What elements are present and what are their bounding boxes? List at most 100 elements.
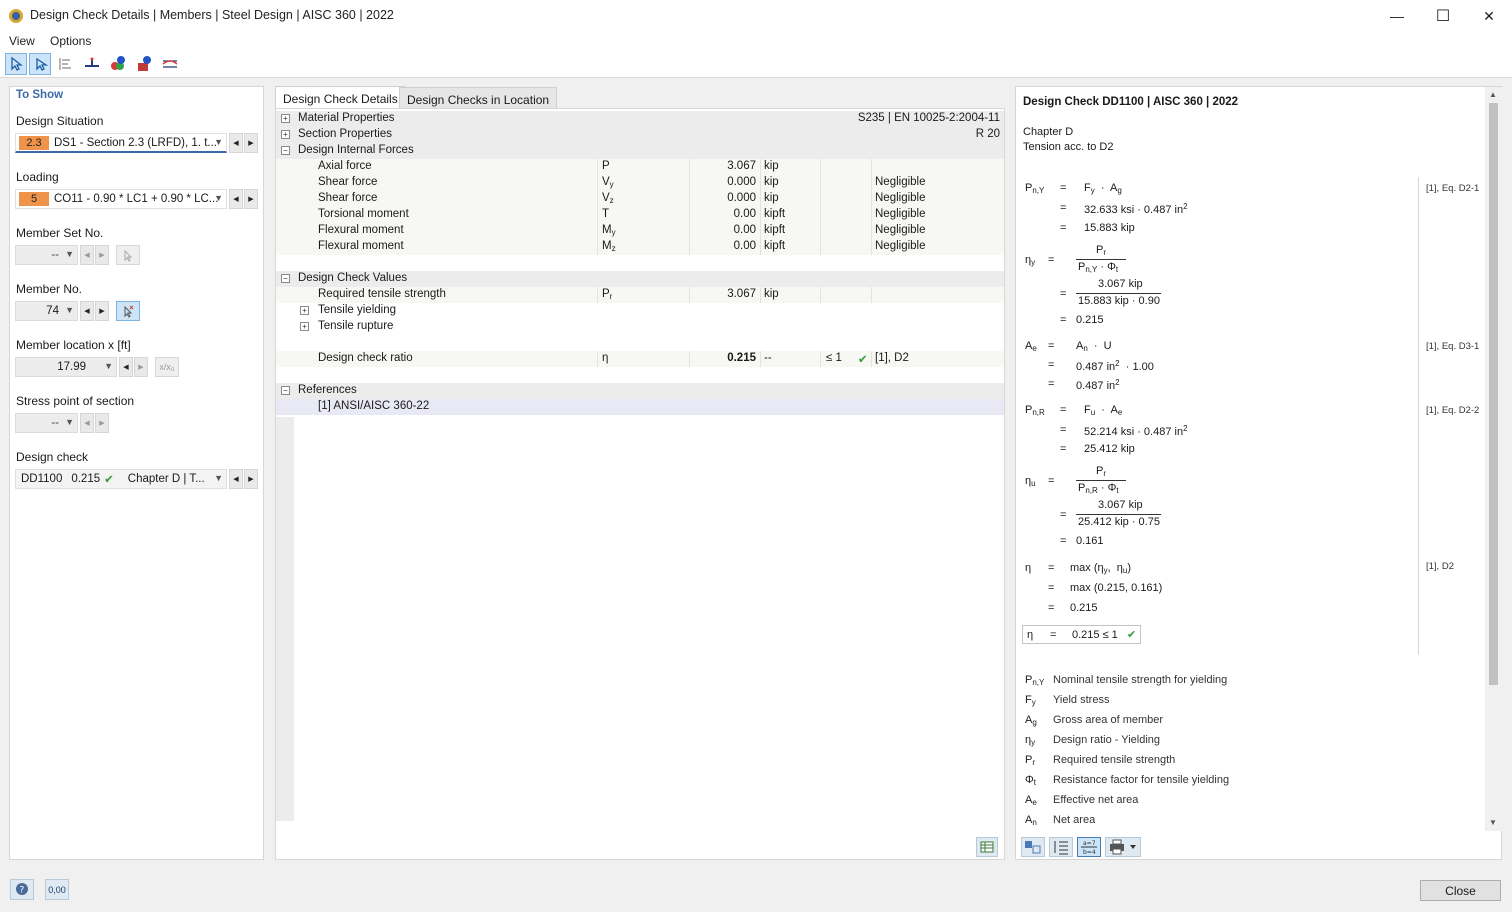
force-row[interactable]: Shear force Vz 0.000 kip Negligible [276, 191, 1004, 207]
next-button[interactable]: ▶ [134, 357, 148, 377]
close-button[interactable]: Close [1420, 880, 1501, 901]
swap-button[interactable] [1021, 837, 1045, 857]
etay-symbol: ηy [1025, 254, 1036, 267]
design-ratio-row[interactable]: Design check ratio η 0.215 -- ≤ 1 ✔ [1],… [276, 351, 1004, 367]
next-button[interactable]: ▶ [95, 413, 109, 433]
tab-design-check-details[interactable]: Design Check Details [275, 86, 406, 110]
next-button[interactable]: ▶ [95, 245, 109, 265]
required-unit: kip [764, 288, 779, 300]
select-multiple-button[interactable] [29, 53, 51, 75]
force-row[interactable]: Torsional moment T 0.00 kipft Negligible [276, 207, 1004, 223]
pny-substitution: 32.633 ksi · 0.487 in2 [1084, 202, 1188, 216]
force-value: 3.067 [727, 160, 756, 172]
prev-button[interactable]: ◀ [80, 413, 94, 433]
force-row[interactable]: Flexural moment My 0.00 kipft Negligible [276, 223, 1004, 239]
prev-button[interactable]: ◀ [229, 469, 243, 489]
collapse-minus-icon[interactable]: − [281, 146, 290, 155]
etay-result: 0.215 [1076, 314, 1104, 326]
prev-button[interactable]: ◀ [80, 245, 94, 265]
member-set-select[interactable]: -- ▼ [15, 245, 78, 265]
expand-plus-icon[interactable]: + [300, 306, 309, 315]
scroll-up-icon[interactable]: ▲ [1489, 90, 1497, 99]
help-icon: ? [16, 883, 28, 896]
legend-symbol: Ae [1025, 794, 1037, 807]
close-window-button[interactable]: ✕ [1466, 0, 1512, 32]
stress-point-label: Stress point of section [16, 394, 135, 408]
prev-button[interactable]: ◀ [229, 189, 243, 209]
required-tensile-row[interactable]: Required tensile strength Pr 3.067 kip [276, 287, 1004, 303]
force-unit: kip [764, 160, 779, 172]
reference-item[interactable]: [1] ANSI/AISC 360-22 [276, 399, 1004, 415]
triangle-right-icon: ▶ [248, 196, 254, 203]
legend-symbol: An [1025, 814, 1037, 827]
member-location-select[interactable]: 17.99 ▼ [15, 357, 117, 377]
next-button[interactable]: ▶ [244, 469, 258, 489]
stress-point-select[interactable]: -- ▼ [15, 413, 78, 433]
expand-plus-icon[interactable]: + [281, 114, 290, 123]
minimize-button[interactable]: — [1374, 0, 1420, 32]
menu-view[interactable]: View [9, 34, 35, 48]
prev-button[interactable]: ◀ [229, 133, 243, 153]
chevron-down-icon: ▼ [214, 193, 223, 203]
align-button[interactable] [55, 53, 77, 75]
force-note: Negligible [875, 208, 926, 220]
tab-design-checks-in-location[interactable]: Design Checks in Location [399, 87, 558, 110]
etau-den-value: 25.412 kip · 0.75 [1078, 516, 1160, 528]
internal-forces-row[interactable]: − Design Internal Forces [276, 143, 1004, 159]
prev-button[interactable]: ◀ [80, 301, 94, 321]
section-properties-row[interactable]: + Section Properties R 20 [276, 127, 1004, 143]
maximize-button[interactable]: ☐ [1420, 0, 1466, 32]
pick-member-set-button[interactable] [116, 245, 140, 265]
check-values-row[interactable]: − Design Check Values [276, 271, 1004, 287]
decimals-button[interactable]: 0,00 [45, 879, 69, 900]
force-name: Torsional moment [318, 208, 409, 220]
equals-sign: = [1060, 288, 1067, 300]
tensile-yielding-row[interactable]: + Tensile yielding [276, 303, 1004, 319]
scroll-thumb[interactable] [1489, 103, 1498, 685]
expand-plus-icon[interactable]: + [300, 322, 309, 331]
material-properties-row[interactable]: + Material Properties S235 | EN 10025-2:… [276, 111, 1004, 127]
references-row[interactable]: − References [276, 383, 1004, 399]
formula-heading: Design Check DD1100 | AISC 360 | 2022 [1023, 96, 1239, 108]
list-button[interactable] [1049, 837, 1073, 857]
force-value: 0.00 [733, 224, 756, 236]
print-button[interactable] [1105, 837, 1141, 857]
member-button[interactable] [81, 53, 103, 75]
help-button[interactable]: ? [10, 879, 34, 900]
eta-symbol: η [1025, 562, 1032, 574]
etau-num-value: 3.067 kip [1098, 499, 1143, 511]
vertical-scrollbar[interactable]: ▲ ▼ [1485, 87, 1502, 831]
member-no-select[interactable]: 74 ▼ [15, 301, 78, 321]
prev-button[interactable]: ◀ [119, 357, 133, 377]
menu-options[interactable]: Options [50, 34, 91, 48]
force-row[interactable]: Shear force Vy 0.000 kip Negligible [276, 175, 1004, 191]
relative-location-button[interactable]: x/x₀ [155, 357, 179, 377]
next-button[interactable]: ▶ [244, 133, 258, 153]
tree-gutter [276, 417, 294, 821]
fraction-icon: a=7b=4 [1081, 840, 1097, 856]
fraction-format-button[interactable]: a=7 b=4 [1077, 837, 1101, 857]
expand-plus-icon[interactable]: + [281, 130, 290, 139]
force-row[interactable]: Axial force P 3.067 kip [276, 159, 1004, 175]
diagram-button[interactable] [159, 53, 181, 75]
next-button[interactable]: ▶ [244, 189, 258, 209]
select-pointer-button[interactable] [5, 53, 27, 75]
collapse-minus-icon[interactable]: − [281, 386, 290, 395]
tensile-rupture-row[interactable]: + Tensile rupture [276, 319, 1004, 335]
color-info-button[interactable] [107, 53, 129, 75]
printer-icon [1110, 839, 1136, 855]
force-row[interactable]: Flexural moment Mz 0.00 kipft Negligible [276, 239, 1004, 255]
ref-d31: [1], Eq. D3-1 [1426, 341, 1480, 352]
loading-select[interactable]: 5 CO11 - 0.90 * LC1 + 0.90 * LC... ▼ [15, 189, 227, 209]
material-value: S235 | EN 10025-2:2004-11 [857, 112, 1000, 124]
pick-member-button[interactable] [116, 301, 140, 321]
scroll-down-icon[interactable]: ▼ [1489, 818, 1497, 827]
export-button[interactable] [976, 837, 998, 857]
section-info-button[interactable] [133, 53, 155, 75]
next-button[interactable]: ▶ [95, 301, 109, 321]
collapse-minus-icon[interactable]: − [281, 274, 290, 283]
etay-den-value: 15.883 kip · 0.90 [1078, 295, 1160, 307]
design-check-select[interactable]: DD1100 0.215 ✔ Chapter D | T... ▼ [15, 469, 227, 489]
design-situation-select[interactable]: 2.3 DS1 - Section 2.3 (LRFD), 1. t... ▼ [15, 133, 227, 153]
design-ratio-label: Design check ratio [318, 352, 413, 364]
